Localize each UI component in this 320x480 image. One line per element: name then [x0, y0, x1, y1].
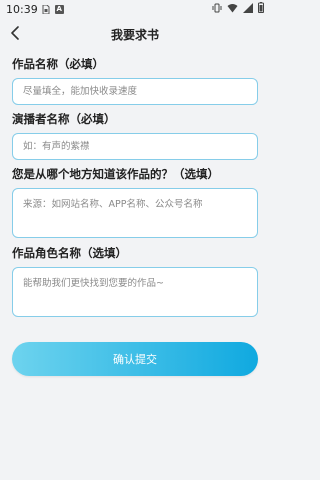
page-title: 我要求书 — [110, 27, 159, 42]
battery-icon — [258, 2, 264, 16]
submit-button[interactable]: 确认提交 — [12, 342, 258, 376]
signal-icon — [243, 2, 253, 16]
status-time: 10:39 — [6, 2, 38, 16]
narrator-input[interactable] — [13, 134, 257, 159]
character-textarea[interactable] — [13, 268, 257, 316]
vibrate-icon — [212, 3, 222, 16]
work-name-box — [12, 78, 258, 105]
source-label: 您是从哪个地方知道该作品的？（选填） — [12, 167, 219, 181]
source-box — [12, 188, 258, 238]
status-right — [212, 2, 264, 16]
sim-card-icon — [42, 4, 51, 14]
work-name-input[interactable] — [13, 79, 257, 104]
status-left: 10:39 A — [6, 3, 64, 16]
work-name-label: 作品名称（必填） — [12, 57, 104, 71]
narrator-label: 演播者名称（必填） — [12, 112, 116, 126]
header: 我要求书 — [0, 22, 270, 46]
back-button[interactable] — [6, 24, 24, 44]
chevron-left-icon — [10, 25, 20, 44]
narrator-box — [12, 133, 258, 160]
character-label: 作品角色名称（选填） — [12, 246, 127, 260]
source-textarea[interactable] — [13, 189, 257, 237]
request-book-screen: 10:39 A 我要求书 作品名称（必填） 尽量填全，能加快收录速度 演播者名称… — [0, 0, 270, 480]
character-box — [12, 267, 258, 317]
app-notification-icon: A — [54, 4, 64, 14]
wifi-icon — [227, 3, 238, 16]
status-bar: 10:39 A — [0, 0, 270, 18]
